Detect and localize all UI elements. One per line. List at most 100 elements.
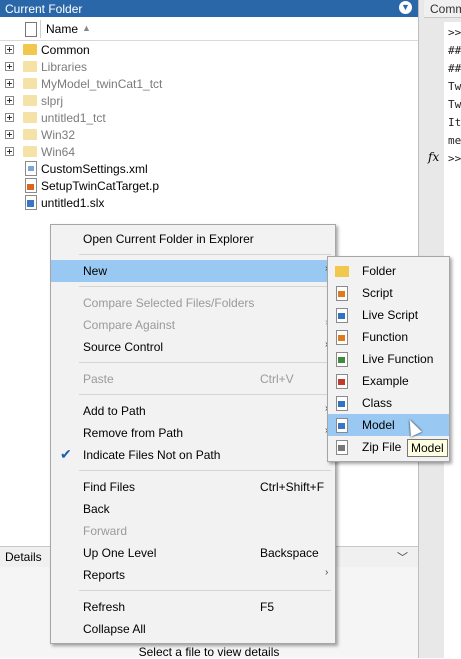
expand-icon[interactable]	[5, 130, 14, 139]
file-row-slprj[interactable]: slprj	[0, 92, 418, 109]
menu-item-forward[interactable]: Forward	[51, 520, 335, 542]
menu-item-reports[interactable]: Reports ›	[51, 564, 335, 586]
live-function-icon	[336, 352, 348, 367]
folder-icon	[23, 146, 37, 157]
folder-icon	[23, 44, 37, 55]
file-name: CustomSettings.xml	[41, 162, 148, 176]
p-file-icon	[25, 178, 37, 193]
menu-item-label: New	[83, 264, 108, 278]
menu-item-up-one-level[interactable]: Up One Level Backspace	[51, 542, 335, 564]
file-row-win64[interactable]: Win64	[0, 143, 418, 160]
menu-item-back[interactable]: Back	[51, 498, 335, 520]
file-row-common[interactable]: Common	[0, 41, 418, 58]
menu-item-collapse-all[interactable]: Collapse All	[51, 618, 335, 640]
expand-icon[interactable]	[5, 113, 14, 122]
menu-item-label: Refresh	[83, 600, 126, 614]
checkmark-icon: ✔	[60, 446, 72, 462]
column-divider[interactable]	[40, 20, 41, 38]
file-name: Win64	[41, 145, 76, 159]
live-script-icon	[336, 308, 348, 323]
chevron-down-icon[interactable]: ﹀	[397, 549, 408, 565]
submenu-item-model[interactable]: Model	[328, 414, 449, 436]
submenu-item-label: Folder	[362, 264, 397, 278]
file-name: MyModel_twinCat1_tct	[41, 77, 163, 91]
menu-item-new[interactable]: New ›	[51, 260, 335, 282]
file-row-mymodel[interactable]: MyModel_twinCat1_tct	[0, 75, 418, 92]
command-line: me	[448, 134, 461, 147]
expand-icon[interactable]	[5, 62, 14, 71]
file-row-libraries[interactable]: Libraries	[0, 58, 418, 75]
file-name: untitled1.slx	[41, 196, 105, 210]
script-icon	[336, 286, 348, 301]
menu-item-label: Add to Path	[83, 404, 146, 418]
file-name: Libraries	[41, 60, 88, 74]
menu-item-open-explorer[interactable]: Open Current Folder in Explorer	[51, 228, 335, 250]
submenu-item-folder[interactable]: Folder	[328, 260, 449, 282]
menu-item-label: Collapse All	[83, 622, 146, 636]
folder-icon	[23, 61, 37, 72]
file-row-untitled1-slx[interactable]: untitled1.slx	[0, 194, 418, 211]
menu-item-label: Up One Level	[83, 546, 157, 560]
folder-icon	[23, 112, 37, 123]
menu-item-add-to-path[interactable]: Add to Path ›	[51, 400, 335, 422]
submenu-item-example[interactable]: Example	[328, 370, 449, 392]
command-window-title: Comm	[430, 2, 461, 16]
simulink-model-icon	[336, 418, 348, 433]
file-name: SetupTwinCatTarget.p	[41, 179, 160, 193]
panel-actions-icon[interactable]: ▼	[399, 1, 412, 14]
command-line: Tw	[448, 80, 461, 93]
menu-item-compare-against[interactable]: Compare Against ›	[51, 314, 335, 336]
menu-separator	[79, 394, 331, 395]
expand-icon[interactable]	[5, 79, 14, 88]
tooltip: Model	[407, 439, 448, 457]
file-row-untitled1-tct[interactable]: untitled1_tct	[0, 109, 418, 126]
menu-item-label: Open Current Folder in Explorer	[83, 232, 254, 246]
menu-separator	[79, 286, 331, 287]
function-browser-icon[interactable]: fx	[428, 150, 439, 164]
expand-icon[interactable]	[5, 96, 14, 105]
submenu-item-script[interactable]: Script	[328, 282, 449, 304]
folder-icon	[23, 95, 37, 106]
folder-icon	[335, 266, 349, 277]
submenu-item-label: Live Script	[362, 308, 419, 322]
command-line: It	[448, 116, 461, 129]
zip-file-icon	[336, 440, 348, 455]
example-icon	[336, 374, 348, 389]
file-row-win32[interactable]: Win32	[0, 126, 418, 143]
menu-item-compare-selected[interactable]: Compare Selected Files/Folders	[51, 292, 335, 314]
menu-item-refresh[interactable]: Refresh F5	[51, 596, 335, 618]
menu-item-shortcut: F5	[260, 600, 275, 614]
menu-item-find-files[interactable]: Find Files Ctrl+Shift+F	[51, 476, 335, 498]
command-window-header[interactable]: Comm	[424, 0, 461, 18]
menu-item-label: Forward	[83, 524, 128, 538]
file-row-setuptwincat[interactable]: SetupTwinCatTarget.p	[0, 177, 418, 194]
file-row-customsettings[interactable]: CustomSettings.xml	[0, 160, 418, 177]
submenu-item-live-function[interactable]: Live Function	[328, 348, 449, 370]
menu-item-label: Find Files	[83, 480, 136, 494]
submenu-item-function[interactable]: Function	[328, 326, 449, 348]
menu-separator	[79, 470, 331, 471]
name-column-header[interactable]: Name	[46, 22, 78, 36]
menu-separator	[79, 590, 331, 591]
command-line: >>	[448, 26, 461, 39]
sort-ascending-icon: ▲	[82, 23, 91, 33]
submenu-item-class[interactable]: Class	[328, 392, 449, 414]
menu-item-label: Remove from Path	[83, 426, 184, 440]
menu-item-indicate-files[interactable]: ✔ Indicate Files Not on Path	[51, 444, 335, 466]
menu-item-label: Indicate Files Not on Path	[83, 448, 221, 462]
menu-item-label: Compare Against	[83, 318, 176, 332]
context-menu: Open Current Folder in Explorer New › Co…	[50, 224, 336, 644]
expand-icon[interactable]	[5, 147, 14, 156]
current-folder-header: Current Folder ▼	[0, 0, 418, 17]
file-type-column-icon	[25, 22, 37, 37]
details-title: Details	[5, 550, 42, 564]
menu-item-label: Compare Selected Files/Folders	[83, 296, 255, 310]
new-submenu: Folder Script Live Script Function Live …	[327, 256, 450, 462]
expand-icon[interactable]	[5, 45, 14, 54]
submenu-item-live-script[interactable]: Live Script	[328, 304, 449, 326]
command-line: ##	[448, 62, 461, 75]
panel-title: Current Folder	[5, 2, 83, 16]
menu-item-remove-from-path[interactable]: Remove from Path ›	[51, 422, 335, 444]
menu-item-source-control[interactable]: Source Control ›	[51, 336, 335, 358]
menu-item-paste[interactable]: Paste Ctrl+V	[51, 368, 335, 390]
